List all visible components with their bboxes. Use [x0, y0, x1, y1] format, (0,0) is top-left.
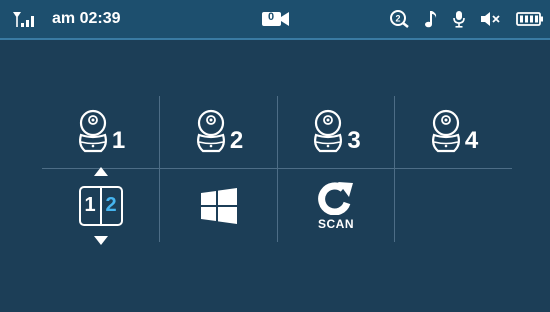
- arrow-up-icon: [93, 166, 108, 176]
- camera-icon: [78, 109, 107, 153]
- status-icons: 2: [390, 0, 544, 38]
- refresh-icon: [318, 181, 353, 215]
- empty-cell: [395, 169, 512, 242]
- svg-text:2: 2: [395, 14, 400, 24]
- music-note-icon: [424, 10, 438, 28]
- split-right-number: 2: [105, 194, 117, 216]
- split-view-icon: 1 2: [75, 166, 127, 245]
- speaker-muted-icon: [480, 11, 502, 27]
- camera-status-badge: 0: [268, 11, 275, 23]
- camera-icon: [431, 109, 460, 153]
- split-frame: 1 2: [78, 185, 123, 226]
- camera-number: 2: [229, 127, 244, 154]
- camera-3-button[interactable]: 3: [278, 96, 394, 168]
- camera-number: 1: [111, 127, 126, 154]
- split-view-button[interactable]: 1 2: [42, 166, 159, 245]
- status-bar: am 02:39 0 2: [0, 0, 550, 38]
- camera-2-button[interactable]: 2: [160, 96, 277, 168]
- battery-full-icon: [516, 11, 544, 27]
- split-left-number: 1: [84, 194, 96, 216]
- camera-status-icon: 0: [262, 0, 290, 38]
- record-2-icon: 2: [390, 10, 410, 28]
- scan-button[interactable]: SCAN: [278, 169, 394, 242]
- signal-antenna-icon: [12, 0, 38, 38]
- camera-4-button[interactable]: 4: [395, 96, 512, 168]
- camera-number: 4: [464, 127, 479, 154]
- microphone-icon: [452, 10, 466, 28]
- status-bar-divider: [0, 38, 550, 40]
- camera-icon: [314, 109, 343, 153]
- main-menu-grid: 1 2 3 4 1 2 SCAN: [42, 96, 512, 245]
- windows-logo-icon: [200, 187, 237, 224]
- arrow-down-icon: [93, 235, 108, 245]
- camera-number: 3: [347, 127, 361, 154]
- camera-1-button[interactable]: 1: [42, 96, 159, 168]
- clock-time: am 02:39: [52, 10, 121, 27]
- windows-button[interactable]: [160, 169, 277, 242]
- camera-icon: [196, 109, 225, 153]
- scan-label: SCAN: [317, 216, 354, 231]
